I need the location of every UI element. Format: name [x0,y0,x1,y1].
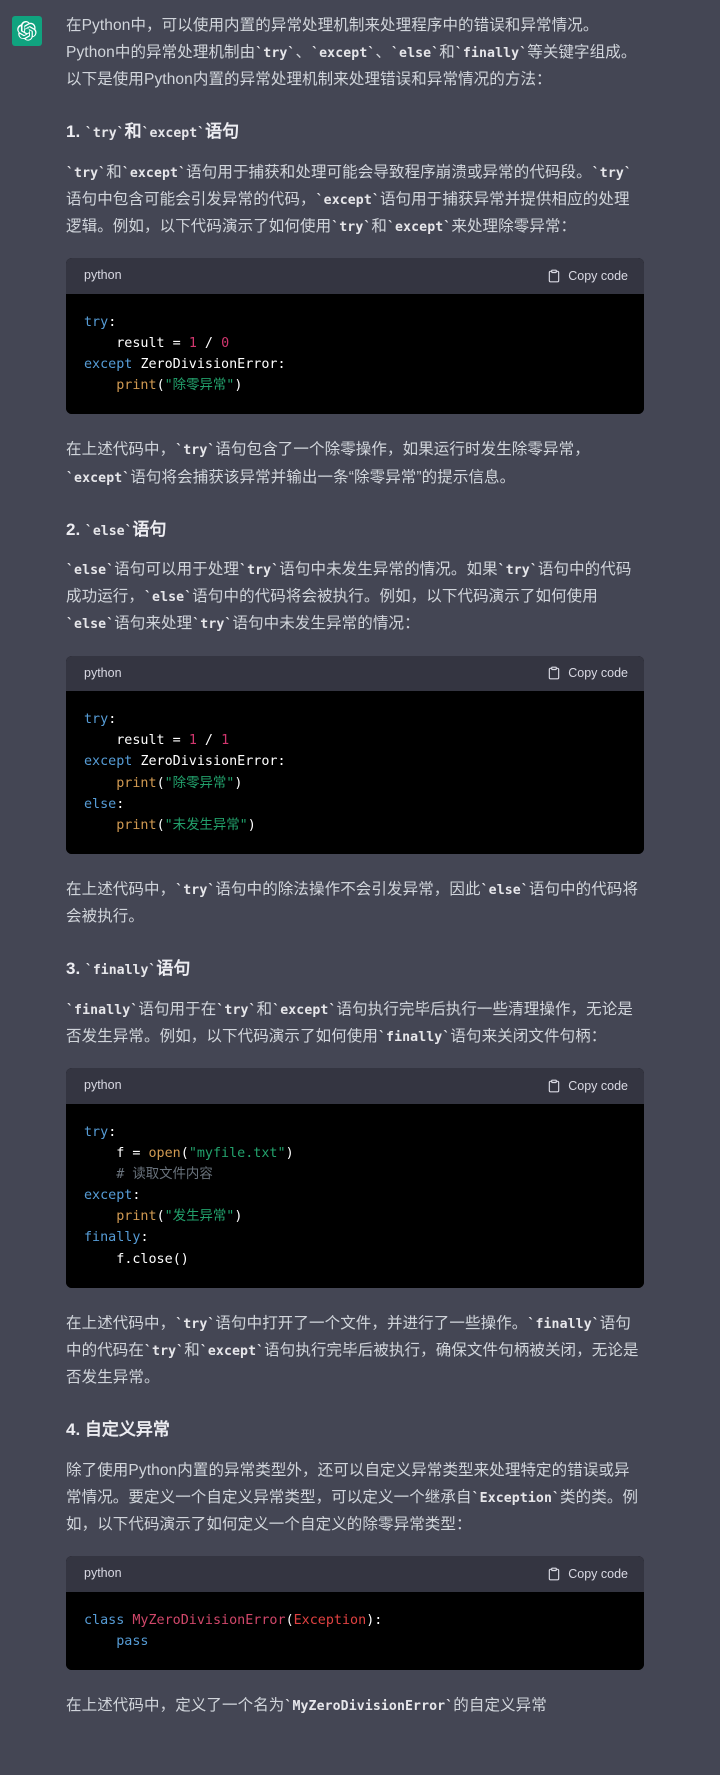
code-content[interactable]: try: result = 1 / 0 except ZeroDivisionE… [66,293,644,415]
inline-code: `try` [175,1316,216,1332]
copy-code-label: Copy code [568,666,628,681]
inline-code: `except` [121,165,187,181]
inline-code: `else` [84,523,133,539]
inline-code: `except` [199,1343,265,1359]
code-language-label: python [84,1566,122,1581]
code-language-label: python [84,1078,122,1093]
assistant-avatar [12,16,42,46]
code-language-label: python [84,665,122,680]
inline-code: `finally` [66,1002,139,1018]
inline-code: `finally` [527,1316,600,1332]
content-section: 3. `finally`语句 `finally`语句用于在`try`和`excep… [66,956,644,1391]
inline-code: `else` [66,617,115,633]
inline-code: `finally` [378,1029,451,1045]
copy-code-label: Copy code [568,1078,628,1093]
section-intro-paragraph: 除了使用Python内置的异常类型外，还可以自定义异常类型来处理特定的错误或异常… [66,1461,639,1533]
openai-logo-icon [17,21,37,41]
copy-code-button[interactable]: Copy code [547,269,628,283]
section-intro-paragraph: `finally`语句用于在`try`和`except`语句执行完毕后执行一些清… [66,1000,633,1045]
section-intro-paragraph: `else`语句可以用于处理`try`语句中未发生异常的情况。如果`try`语句… [66,561,632,633]
inline-code: `try` [591,165,632,181]
code-block: python Copy code try: result = 1 / 0 excep… [66,258,644,415]
code-block-header: python Copy code [66,258,644,294]
inline-code: `try` [66,165,107,181]
inline-code: `try` [175,443,216,459]
code-content[interactable]: class MyZeroDivisionError(Exception): pa… [66,1591,644,1670]
copy-code-button[interactable]: Copy code [547,1079,628,1093]
code-block: python Copy code class MyZeroDivisionError… [66,1556,644,1670]
inline-code: `try` [216,1002,257,1018]
copy-code-button[interactable]: Copy code [547,1567,628,1581]
section-outro-paragraph: 在上述代码中，`try`语句包含了一个除零操作，如果运行时发生除零异常，`exc… [66,441,590,486]
inline-code: `try` [192,617,233,633]
inline-code: `else` [66,563,115,579]
inline-code: `finally` [454,46,528,62]
content-section: 4. 自定义异常除了使用Python内置的异常类型外，还可以自定义异常类型来处理… [66,1417,644,1719]
inline-code: `try` [84,126,125,142]
clipboard-icon [547,1079,561,1093]
section-outro-paragraph: 在上述代码中，`try`语句中的除法操作不会引发异常，因此`else`语句中的代… [66,881,639,926]
inline-code: `else` [480,883,529,899]
section-heading: 4. 自定义异常 [66,1420,170,1440]
inline-code: `try` [144,1343,185,1359]
copy-code-button[interactable]: Copy code [547,666,628,680]
inline-code: `else` [144,590,193,606]
section-outro-paragraph: 在上述代码中，定义了一个名为`MyZeroDivisionError`的自定义异… [66,1696,547,1714]
inline-code: `finally` [84,963,157,979]
inline-code: `MyZeroDivisionError` [284,1698,454,1714]
inline-code: `else` [391,46,440,62]
content-section: 1. `try`和`except`语句 `try`和`except`语句用于捕获和… [66,119,644,490]
code-block-header: python Copy code [66,1068,644,1104]
code-block: python Copy code try: result = 1 / 1 excep… [66,655,644,855]
copy-code-label: Copy code [568,1566,628,1581]
assistant-message-row: 在Python中，可以使用内置的异常处理机制来处理程序中的错误和异常情况。Pyt… [0,0,720,1731]
inline-code: `except` [66,470,131,486]
copy-code-label: Copy code [568,269,628,283]
message-content: 在Python中，可以使用内置的异常处理机制来处理程序中的错误和异常情况。Pyt… [66,12,644,1719]
code-block-header: python Copy code [66,1556,644,1592]
section-heading: 1. `try`和`except`语句 [66,122,240,142]
section-intro-paragraph: `try`和`except`语句用于捕获和处理可能会导致程序崩溃或异常的代码段。… [66,163,632,236]
section-heading: 2. `else`语句 [66,519,167,539]
intro-paragraph: 在Python中，可以使用内置的异常处理机制来处理程序中的错误和异常情况。Pyt… [66,17,637,89]
inline-code: `except` [311,46,376,62]
section-heading: 3. `finally`语句 [66,959,191,979]
code-block-header: python Copy code [66,655,644,692]
code-block: python Copy code try: f = open("myfile.txt… [66,1068,644,1288]
inline-code: `Exception` [471,1490,561,1506]
content-section: 2. `else`语句 `else`语句可以用于处理`try`语句中未发生异常的情… [66,517,644,931]
inline-code: `try` [497,563,538,579]
sections-container: 1. `try`和`except`语句 `try`和`except`语句用于捕获和… [66,119,644,1719]
code-content[interactable]: try: result = 1 / 1 except ZeroDivisionE… [66,691,644,855]
section-outro-paragraph: 在上述代码中，`try`语句中打开了一个文件，并进行了一些操作。`finally… [66,1314,639,1387]
inline-code: `try` [331,220,372,236]
clipboard-icon [547,1567,561,1581]
inline-code: `except` [315,193,380,208]
clipboard-icon [547,666,561,680]
code-content[interactable]: try: f = open("myfile.txt") # 读取文件内容 exc… [66,1103,644,1288]
clipboard-icon [547,269,561,283]
inline-code: `except` [141,126,206,142]
inline-code: `try` [255,46,296,62]
inline-code: `try` [239,563,280,579]
inline-code: `except` [272,1002,337,1018]
code-language-label: python [84,268,122,283]
inline-code: `try` [175,883,216,899]
inline-code: `except` [387,220,452,236]
